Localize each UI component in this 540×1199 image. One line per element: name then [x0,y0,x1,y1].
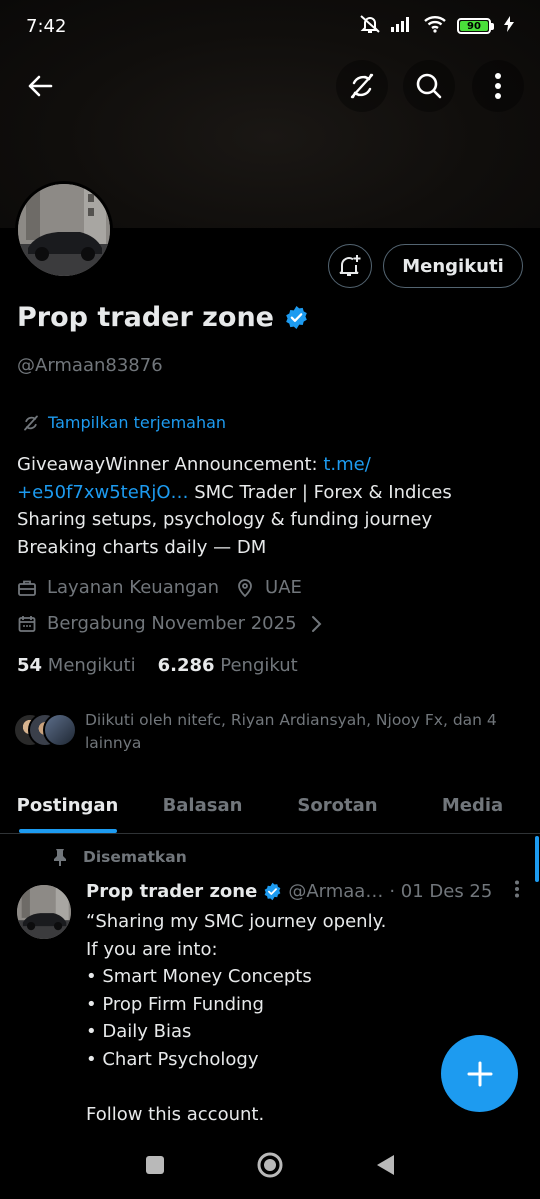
pinned-label: Disematkan [83,848,187,866]
show-translation-link[interactable]: Tampilkan terjemahan [22,413,226,432]
battery-level: 90 [460,21,488,32]
profile-name-row: Prop trader zone [17,302,309,333]
bio-line: Breaking charts daily — DM [17,536,267,558]
status-icons: 90 [359,14,514,38]
profile-category: Layanan Keuangan [47,577,220,598]
briefcase-icon [18,580,36,596]
signal-icon [391,16,413,36]
translate-label: Tampilkan terjemahan [48,413,227,432]
location-pin-icon [238,578,252,597]
back-triangle-icon[interactable] [374,1153,396,1177]
charging-icon [504,16,514,36]
notifications-button[interactable] [328,244,372,288]
followers-label: Pengikut [220,655,298,676]
followers-count: 6.286 [157,655,215,676]
post-author-handle: @Armaa… [288,881,384,902]
tab-label: Sorotan [297,795,378,816]
tab-label: Balasan [162,795,243,816]
follow-counts: 54 Mengikuti 6.286 Pengikut [17,655,298,676]
followers-count-link[interactable]: 6.286 Pengikut [158,655,298,676]
pinned-label-row: Disematkan [53,848,187,866]
calendar-icon [18,615,36,632]
profile-location: UAE [265,577,302,598]
more-vertical-icon [495,73,501,99]
pin-icon [54,849,66,866]
profile-name: Prop trader zone [17,302,274,333]
tab-label: Media [441,795,504,816]
search-icon [416,73,442,99]
post-line: If you are into: [86,938,218,960]
post-more-button[interactable] [514,880,526,903]
bio-link[interactable]: +e50f7xw5teRjO… [17,482,188,503]
avatar [43,713,77,747]
tab-posts[interactable]: Postingan [0,778,135,833]
plus-icon [467,1061,492,1086]
following-count: 54 [17,655,43,676]
profile-handle: @Armaan83876 [17,355,163,376]
active-tab-indicator [18,829,117,833]
translate-icon [350,73,374,99]
chevron-right-icon [311,615,321,632]
system-navigation-bar [0,1130,540,1199]
followed-by-text: Diikuti oleh nitefc, Riyan Ardiansyah, N… [85,711,497,752]
tab-replies[interactable]: Balasan [135,778,270,833]
compose-post-button[interactable] [441,1035,518,1112]
search-button[interactable] [403,60,455,112]
back-button[interactable] [14,60,66,112]
status-bar: 7:42 90 [0,0,540,52]
tab-highlights[interactable]: Sorotan [270,778,405,833]
joined-row[interactable]: Bergabung November 2025 [17,613,323,634]
following-count-link[interactable]: 54 Mengikuti [17,655,136,676]
verified-badge-icon [264,882,281,901]
post-date[interactable]: · 01 Des 25 [389,881,492,902]
more-vertical-icon [515,880,519,898]
mute-icon [359,14,381,38]
post-author-name[interactable]: Prop trader zone [86,881,257,902]
status-time: 7:42 [26,15,67,37]
scroll-indicator[interactable] [535,836,539,882]
follower-avatars [13,710,77,750]
post-line: • Prop Firm Funding [86,993,264,1015]
translate-button[interactable] [336,60,388,112]
wifi-icon [423,15,447,37]
translate-icon [24,415,38,430]
more-options-button[interactable] [472,60,524,112]
profile-meta-row: Layanan Keuangan UAE [17,577,302,598]
top-bar [0,56,540,116]
bio-text: GiveawayWinner Announcement: [17,454,324,475]
tab-label: Postingan [16,795,119,816]
verified-badge-icon[interactable] [284,305,309,330]
followed-by-row[interactable]: Diikuti oleh nitefc, Riyan Ardiansyah, N… [13,710,528,755]
arrow-left-icon [28,75,53,97]
recent-apps-icon[interactable] [144,1154,166,1176]
profile-joined: Bergabung November 2025 [47,613,297,634]
following-label: Mengikuti [47,655,136,676]
following-button[interactable]: Mengikuti [383,244,523,288]
bio-line: Sharing setups, psychology & funding jou… [17,509,433,530]
profile-tabs: Postingan Balasan Sorotan Media [0,778,540,834]
home-icon[interactable] [256,1151,284,1179]
profile-avatar[interactable] [15,181,113,279]
profile-bio: GiveawayWinner Announcement: t.me/ +e50f… [17,451,517,561]
tab-media[interactable]: Media [405,778,540,833]
post-header: Prop trader zone @Armaa… · 01 Des 25 [86,880,526,903]
post-author-avatar[interactable] [17,885,71,939]
post-line: “Sharing my SMC journey openly. [86,911,387,932]
bio-link[interactable]: t.me/ [323,454,370,475]
bio-text: SMC Trader | Forex & Indices [188,481,452,503]
bell-plus-icon [339,255,361,276]
battery-icon: 90 [457,18,494,34]
post-line: • Smart Money Concepts [86,966,312,987]
